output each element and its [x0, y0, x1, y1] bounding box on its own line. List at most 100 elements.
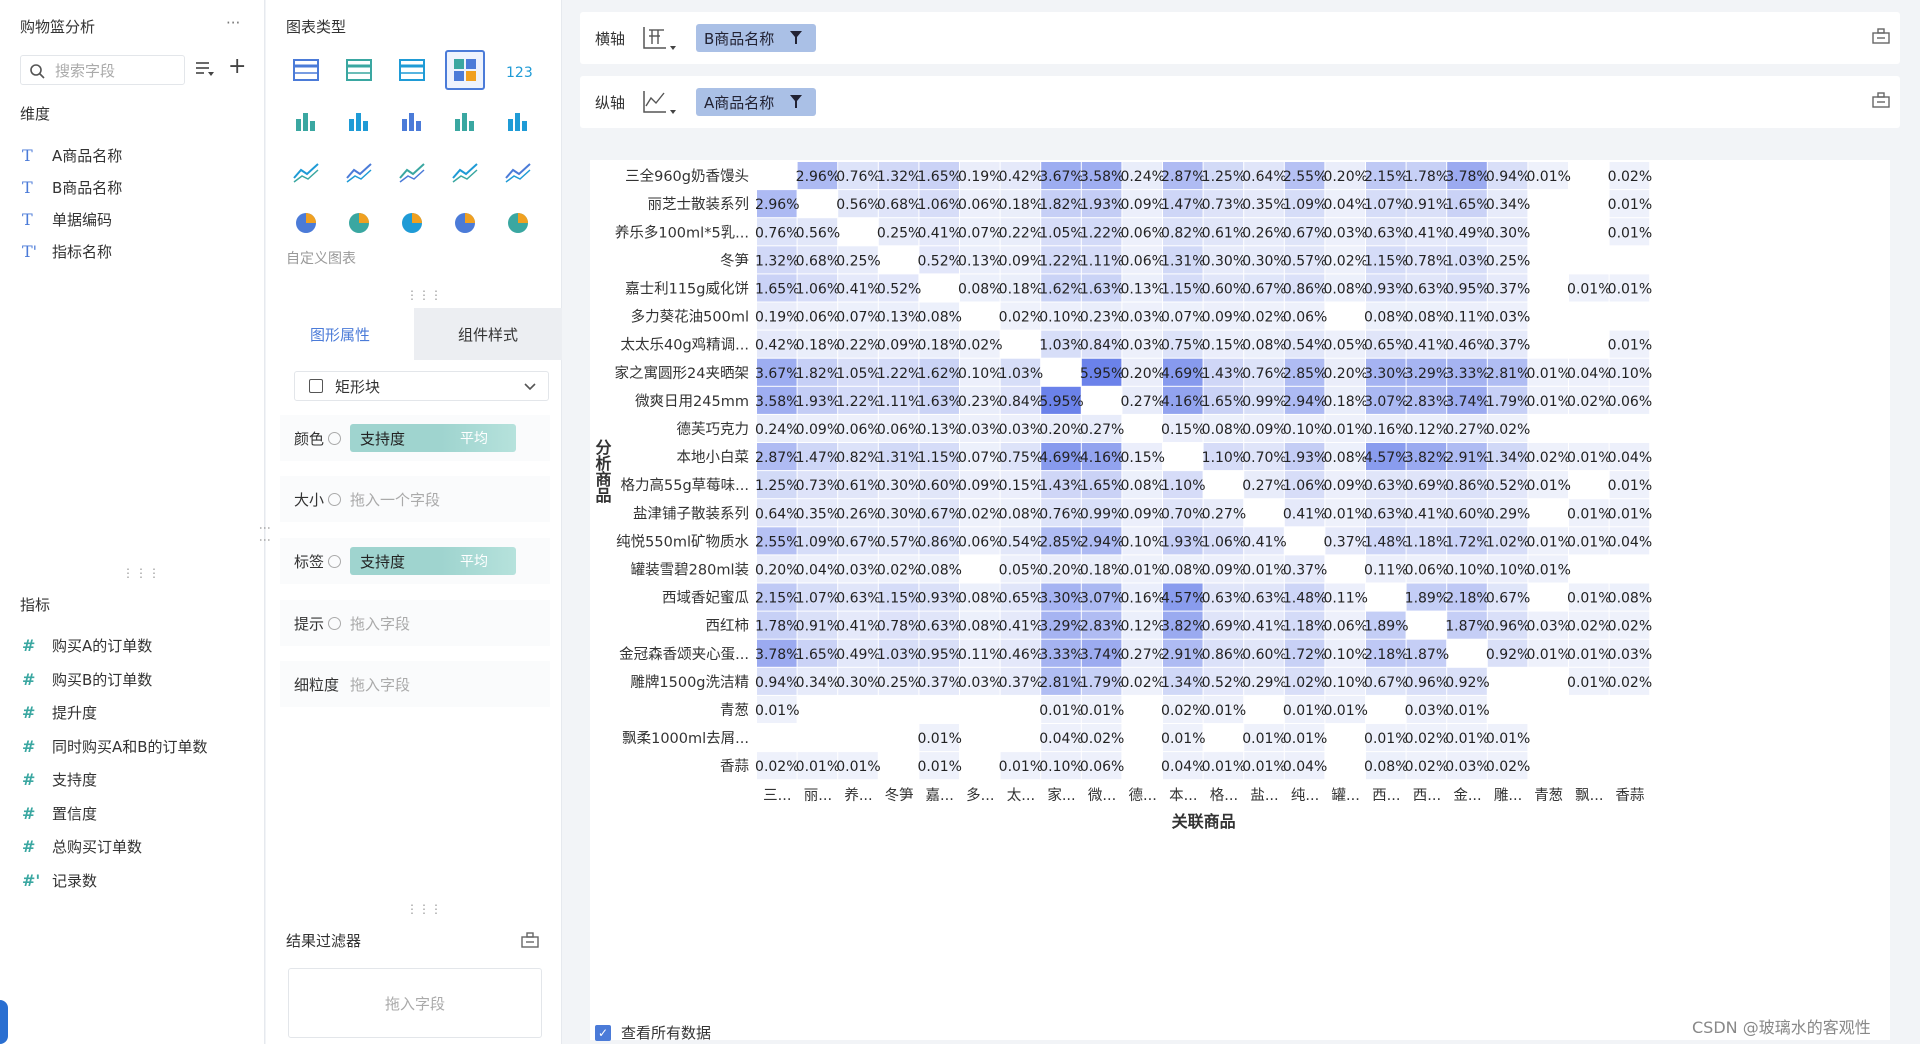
color-field-pill[interactable]: 支持度 平均: [350, 424, 516, 452]
text-type-icon: T: [22, 145, 33, 165]
cell-label: 0.04%: [1283, 759, 1327, 775]
field-metric-name[interactable]: T' 指标名称: [22, 239, 112, 263]
bubble-icon[interactable]: [498, 203, 538, 243]
cell-label: 0.76%: [1039, 506, 1083, 522]
resize-handle-icon[interactable]: ⋮⋮⋮: [406, 288, 442, 302]
measure-orders-ab[interactable]: # 同时购买A和B的订单数: [22, 734, 208, 758]
cell-label: 1.72%: [1445, 534, 1489, 550]
filter-drop-zone[interactable]: 拖入字段: [288, 968, 542, 1038]
measure-orders-a[interactable]: # 购买A的订单数: [22, 633, 152, 657]
settings-icon[interactable]: [328, 616, 342, 630]
area-chart-icon[interactable]: [445, 152, 485, 192]
tab-graph-properties[interactable]: 图形属性: [266, 308, 414, 360]
sort-fields-icon[interactable]: [195, 60, 215, 78]
cell-label: 0.52%: [877, 281, 921, 297]
cell-label: 0.84%: [1080, 338, 1124, 354]
scatter-icon[interactable]: [445, 203, 485, 243]
cell-label: 1.65%: [755, 281, 799, 297]
cell-label: 0.09%: [1202, 562, 1246, 578]
settings-icon[interactable]: [328, 554, 342, 568]
cell-label: 0.54%: [999, 534, 1043, 550]
cell-label: 0.02%: [958, 338, 1002, 354]
stacked-bar-icon[interactable]: [286, 101, 326, 141]
cell-label: 0.93%: [917, 591, 961, 607]
measure-support[interactable]: # 支持度: [22, 767, 97, 791]
granularity-drop-zone[interactable]: 拖入字段: [350, 669, 538, 699]
cell-label: 0.63%: [1364, 225, 1408, 241]
cell-label: 0.06%: [1405, 562, 1449, 578]
measure-lift[interactable]: # 提升度: [22, 700, 97, 724]
custom-chart-label[interactable]: 自定义图表: [286, 248, 356, 268]
view-all-data-toggle[interactable]: ✓ 查看所有数据: [595, 1022, 711, 1043]
measure-total-orders[interactable]: # 总购买订单数: [22, 834, 142, 858]
cell-label: 0.01%: [1202, 759, 1246, 775]
cell-label: 0.63%: [917, 619, 961, 635]
search-input[interactable]: [55, 61, 180, 81]
donut-chart-icon[interactable]: [392, 203, 432, 243]
shelf-settings-icon[interactable]: [1872, 92, 1890, 108]
label-field-pill[interactable]: 支持度 平均: [350, 547, 516, 575]
cell-label: 0.99%: [1080, 506, 1124, 522]
cell-label: 0.41%: [836, 281, 880, 297]
panel-resize-icon[interactable]: ⋮⋮: [258, 522, 272, 546]
resize-handle-icon[interactable]: ⋮⋮⋮: [122, 566, 161, 580]
shape-select[interactable]: 矩形块: [294, 371, 549, 401]
cell-label: 0.69%: [1202, 619, 1246, 635]
cell-label: 0.15%: [1120, 450, 1164, 466]
detail-table-icon[interactable]: [392, 50, 432, 90]
radar-icon[interactable]: [392, 152, 432, 192]
settings-icon[interactable]: [328, 492, 342, 506]
measure-orders-b[interactable]: # 购买B的订单数: [22, 667, 152, 691]
column-label: 盐...: [1250, 787, 1278, 804]
heatmap-icon[interactable]: [445, 50, 485, 90]
cell-label: 0.63%: [1242, 591, 1286, 607]
pill-aggregation: 平均: [460, 554, 488, 570]
search-box[interactable]: [20, 55, 185, 85]
kpi-number-icon[interactable]: 123: [498, 50, 538, 90]
horizontal-bar-icon[interactable]: [445, 101, 485, 141]
size-drop-zone[interactable]: 拖入一个字段: [350, 484, 538, 514]
filter-settings-icon[interactable]: [521, 932, 539, 948]
filter-icon[interactable]: [790, 95, 803, 109]
bar-chart-icon[interactable]: [339, 101, 379, 141]
add-field-icon[interactable]: +: [228, 56, 246, 78]
floating-tab[interactable]: [0, 1000, 8, 1044]
cell-label: 0.13%: [958, 253, 1002, 269]
rose-chart-icon[interactable]: [339, 203, 379, 243]
filter-icon[interactable]: [790, 31, 803, 45]
resize-handle-icon[interactable]: ⋮⋮⋮: [406, 902, 442, 916]
axis-sort-icon[interactable]: [640, 88, 680, 116]
x-axis-field-tag[interactable]: B商品名称: [696, 24, 817, 52]
measure-confidence[interactable]: # 置信度: [22, 801, 97, 825]
line-point-icon[interactable]: [339, 152, 379, 192]
shelf-settings-icon[interactable]: [1872, 28, 1890, 44]
line-chart-icon[interactable]: [286, 152, 326, 192]
cell-label: 0.01%: [1039, 703, 1083, 719]
field-doc-code[interactable]: T 单据编码: [22, 207, 112, 231]
axis-sort-icon[interactable]: [640, 24, 680, 52]
scatter-step-icon[interactable]: [498, 101, 538, 141]
cell-label: 2.85%: [1039, 534, 1083, 550]
field-label: 指标名称: [52, 242, 113, 261]
gauge-icon[interactable]: [498, 152, 538, 192]
grouped-bar-icon[interactable]: [392, 101, 432, 141]
cell-label: 0.63%: [836, 591, 880, 607]
settings-icon[interactable]: [328, 431, 342, 445]
measure-record-count[interactable]: #' 记录数: [22, 868, 97, 892]
checkbox-checked-icon[interactable]: ✓: [595, 1024, 611, 1041]
cell-label: 0.70%: [1161, 506, 1205, 522]
pie-chart-icon[interactable]: [286, 203, 326, 243]
cell-label: 0.18%: [999, 281, 1043, 297]
cell-label: 3.29%: [1405, 366, 1449, 382]
y-axis-field-tag[interactable]: A商品名称: [696, 88, 817, 116]
field-a-product-name[interactable]: T A商品名称: [22, 143, 122, 167]
cell-label: 0.06%: [958, 534, 1002, 550]
field-b-product-name[interactable]: T B商品名称: [22, 175, 122, 199]
tooltip-drop-zone[interactable]: 拖入字段: [350, 608, 538, 638]
table-icon[interactable]: [286, 50, 326, 90]
more-icon[interactable]: ···: [226, 14, 240, 32]
cross-table-icon[interactable]: [339, 50, 379, 90]
cell-label: 1.15%: [1161, 281, 1205, 297]
heatmap-chart[interactable]: 分析商品三全960g奶香馒头丽芝士散装系列养乐多100ml*5乳...冬笋嘉士利…: [590, 160, 1890, 1010]
tab-component-style[interactable]: 组件样式: [414, 308, 562, 360]
